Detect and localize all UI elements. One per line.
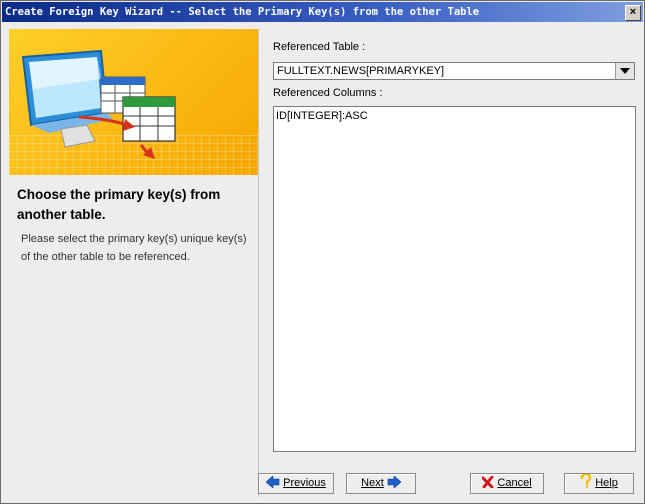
help-button-label: Help [595, 477, 618, 489]
referenced-columns-label: Referenced Columns : [273, 87, 383, 99]
referenced-table-label: Referenced Table : [273, 41, 366, 53]
wizard-info-panel: Choose the primary key(s) from another t… [9, 29, 259, 497]
chevron-down-icon [620, 68, 630, 74]
arrow-right-icon [387, 475, 402, 489]
next-button-label: Next [361, 477, 384, 489]
wizard-banner-image [9, 29, 258, 175]
cancel-button[interactable]: Cancel [470, 473, 544, 494]
cancel-x-icon [481, 475, 494, 489]
monitor-table-illustration-icon [21, 49, 176, 159]
close-button[interactable]: × [625, 5, 641, 21]
help-question-icon [580, 472, 592, 488]
referenced-columns-list[interactable]: ID[INTEGER]:ASC [273, 106, 636, 452]
arrow-left-icon [265, 475, 280, 489]
step-heading: Choose the primary key(s) from another t… [17, 187, 221, 222]
cancel-button-label: Cancel [497, 477, 532, 489]
referenced-table-value: FULLTEXT.NEWS[PRIMARYKEY] [277, 65, 445, 77]
window-title: Create Foreign Key Wizard -- Select the … [5, 6, 480, 18]
help-button[interactable]: Help [564, 472, 634, 494]
referenced-table-dropdown[interactable]: FULLTEXT.NEWS[PRIMARYKEY] [273, 62, 635, 80]
title-bar[interactable]: Create Foreign Key Wizard -- Select the … [2, 2, 643, 22]
wizard-window: Create Foreign Key Wizard -- Select the … [0, 0, 645, 504]
dropdown-arrow-button[interactable] [615, 63, 634, 79]
step-description: Please select the primary key(s) unique … [21, 233, 247, 263]
previous-button[interactable]: Previous [258, 473, 334, 494]
list-item[interactable]: ID[INTEGER]:ASC [276, 110, 368, 122]
next-button[interactable]: Next [346, 473, 416, 494]
previous-button-label: Previous [283, 477, 326, 489]
close-icon: × [629, 6, 637, 18]
